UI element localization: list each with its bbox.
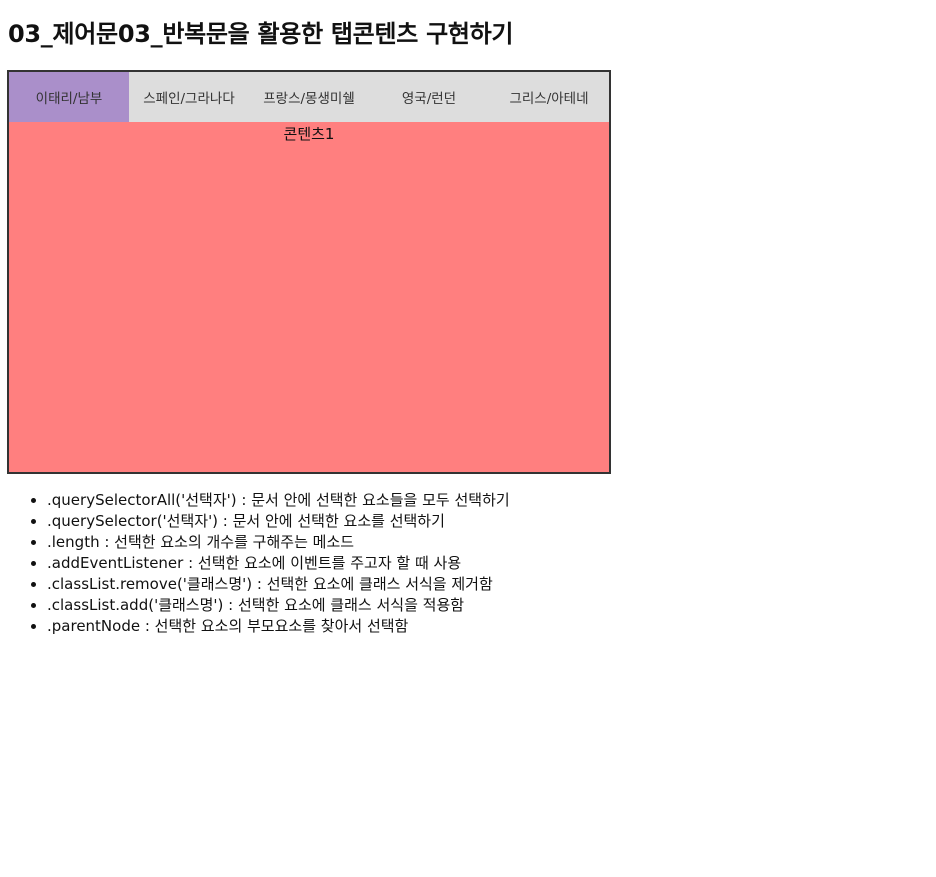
list-item: .parentNode : 선택한 요소의 부모요소를 찾아서 선택함 (47, 616, 747, 637)
list-item: .addEventListener : 선택한 요소에 이벤트를 주고자 할 때… (47, 553, 747, 574)
method-notes-list: .querySelectorAll('선택자') : 문서 안에 선택한 요소들… (47, 490, 747, 637)
tab-spain[interactable]: 스페인/그라나다 (129, 72, 249, 122)
tab-panel-content: 콘텐츠1 (9, 122, 609, 472)
tab-uk[interactable]: 영국/런던 (369, 72, 489, 122)
list-item: .querySelector('선택자') : 문서 안에 선택한 요소를 선택… (47, 511, 747, 532)
tab-france[interactable]: 프랑스/몽생미쉘 (249, 72, 369, 122)
list-item: .length : 선택한 요소의 개수를 구해주는 메소드 (47, 532, 747, 553)
page-title: 03_제어문03_반복문을 활용한 탭콘텐츠 구현하기 (8, 20, 514, 48)
tab-widget: 이태리/남부 스페인/그라나다 프랑스/몽생미쉘 영국/런던 그리스/아테네 콘… (7, 70, 611, 474)
tab-greece[interactable]: 그리스/아테네 (489, 72, 609, 122)
tab-italy[interactable]: 이태리/남부 (9, 72, 129, 122)
list-item: .classList.remove('클래스명') : 선택한 요소에 클래스 … (47, 574, 747, 595)
list-item: .classList.add('클래스명') : 선택한 요소에 클래스 서식을… (47, 595, 747, 616)
tab-bar: 이태리/남부 스페인/그라나다 프랑스/몽생미쉘 영국/런던 그리스/아테네 (9, 72, 609, 122)
list-item: .querySelectorAll('선택자') : 문서 안에 선택한 요소들… (47, 490, 747, 511)
